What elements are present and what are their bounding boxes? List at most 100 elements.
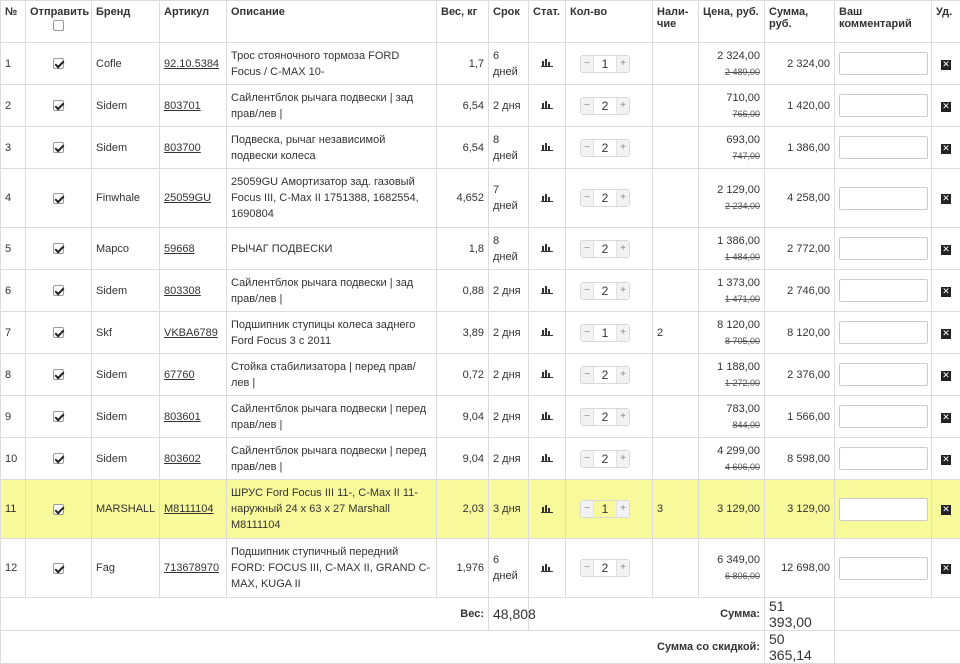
bar-chart-icon[interactable] bbox=[541, 452, 553, 465]
qty-value[interactable]: 2 bbox=[593, 140, 617, 156]
bar-chart-icon[interactable] bbox=[541, 503, 553, 516]
qty-value[interactable]: 2 bbox=[593, 451, 617, 467]
delete-icon[interactable]: ✕ bbox=[941, 102, 951, 112]
article-link[interactable]: 803700 bbox=[164, 142, 201, 154]
delete-icon[interactable]: ✕ bbox=[941, 144, 951, 154]
delete-icon[interactable]: ✕ bbox=[941, 371, 951, 381]
qty-increase-button[interactable]: + bbox=[617, 409, 629, 425]
article-link[interactable]: 803602 bbox=[164, 453, 201, 465]
send-checkbox[interactable] bbox=[53, 327, 64, 338]
comment-cell bbox=[835, 228, 932, 270]
qty-decrease-button[interactable]: − bbox=[581, 560, 593, 576]
article-link[interactable]: 25059GU bbox=[164, 192, 211, 204]
delete-icon[interactable]: ✕ bbox=[941, 455, 951, 465]
delete-icon[interactable]: ✕ bbox=[941, 245, 951, 255]
bar-chart-icon[interactable] bbox=[541, 192, 553, 205]
qty-increase-button[interactable]: + bbox=[617, 140, 629, 156]
bar-chart-icon[interactable] bbox=[541, 57, 553, 70]
article-link[interactable]: 59668 bbox=[164, 243, 195, 255]
qty-value[interactable]: 1 bbox=[593, 56, 617, 72]
send-checkbox[interactable] bbox=[53, 58, 64, 69]
send-checkbox[interactable] bbox=[53, 193, 64, 204]
comment-input[interactable] bbox=[839, 363, 928, 386]
delete-icon[interactable]: ✕ bbox=[941, 505, 951, 515]
qty-value[interactable]: 2 bbox=[593, 367, 617, 383]
delete-icon[interactable]: ✕ bbox=[941, 194, 951, 204]
bar-chart-icon[interactable] bbox=[541, 284, 553, 297]
qty-decrease-button[interactable]: − bbox=[581, 140, 593, 156]
bar-chart-icon[interactable] bbox=[541, 562, 553, 575]
send-checkbox[interactable] bbox=[53, 100, 64, 111]
bar-chart-icon[interactable] bbox=[541, 99, 553, 112]
comment-input[interactable] bbox=[839, 187, 928, 210]
qty-value[interactable]: 1 bbox=[593, 501, 617, 517]
qty-increase-button[interactable]: + bbox=[617, 283, 629, 299]
qty-decrease-button[interactable]: − bbox=[581, 190, 593, 206]
qty-increase-button[interactable]: + bbox=[617, 325, 629, 341]
bar-chart-icon[interactable] bbox=[541, 242, 553, 255]
qty-value[interactable]: 2 bbox=[593, 241, 617, 257]
comment-input[interactable] bbox=[839, 136, 928, 159]
send-checkbox[interactable] bbox=[53, 369, 64, 380]
qty-value[interactable]: 1 bbox=[593, 325, 617, 341]
qty-decrease-button[interactable]: − bbox=[581, 367, 593, 383]
bar-chart-icon[interactable] bbox=[541, 368, 553, 381]
comment-input[interactable] bbox=[839, 279, 928, 302]
brand-cell: Fag bbox=[92, 539, 160, 598]
article-link[interactable]: 713678970 bbox=[164, 562, 219, 574]
comment-input[interactable] bbox=[839, 94, 928, 117]
comment-input[interactable] bbox=[839, 52, 928, 75]
qty-decrease-button[interactable]: − bbox=[581, 501, 593, 517]
article-link[interactable]: M8111104 bbox=[164, 503, 214, 515]
qty-value[interactable]: 2 bbox=[593, 409, 617, 425]
qty-increase-button[interactable]: + bbox=[617, 241, 629, 257]
qty-decrease-button[interactable]: − bbox=[581, 56, 593, 72]
qty-value[interactable]: 2 bbox=[593, 98, 617, 114]
article-link[interactable]: 803701 bbox=[164, 100, 201, 112]
qty-increase-button[interactable]: + bbox=[617, 56, 629, 72]
qty-increase-button[interactable]: + bbox=[617, 98, 629, 114]
comment-input[interactable] bbox=[839, 498, 928, 521]
comment-input[interactable] bbox=[839, 557, 928, 580]
send-checkbox[interactable] bbox=[53, 142, 64, 153]
bar-chart-icon[interactable] bbox=[541, 410, 553, 423]
article-link[interactable]: VKBA6789 bbox=[164, 327, 218, 339]
select-all-checkbox[interactable] bbox=[53, 20, 64, 31]
qty-increase-button[interactable]: + bbox=[617, 190, 629, 206]
qty-decrease-button[interactable]: − bbox=[581, 409, 593, 425]
delete-icon[interactable]: ✕ bbox=[941, 60, 951, 70]
bar-chart-icon[interactable] bbox=[541, 141, 553, 154]
qty-decrease-button[interactable]: − bbox=[581, 283, 593, 299]
send-checkbox[interactable] bbox=[53, 285, 64, 296]
qty-value[interactable]: 2 bbox=[593, 190, 617, 206]
qty-value[interactable]: 2 bbox=[593, 283, 617, 299]
send-checkbox[interactable] bbox=[53, 453, 64, 464]
qty-increase-button[interactable]: + bbox=[617, 560, 629, 576]
qty-decrease-button[interactable]: − bbox=[581, 325, 593, 341]
qty-decrease-button[interactable]: − bbox=[581, 241, 593, 257]
qty-value[interactable]: 2 bbox=[593, 560, 617, 576]
article-link[interactable]: 803308 bbox=[164, 285, 201, 297]
bar-chart-icon[interactable] bbox=[541, 326, 553, 339]
qty-decrease-button[interactable]: − bbox=[581, 98, 593, 114]
qty-decrease-button[interactable]: − bbox=[581, 451, 593, 467]
delete-icon[interactable]: ✕ bbox=[941, 413, 951, 423]
send-checkbox[interactable] bbox=[53, 243, 64, 254]
comment-input[interactable] bbox=[839, 405, 928, 428]
article-link[interactable]: 803601 bbox=[164, 411, 201, 423]
comment-input[interactable] bbox=[839, 447, 928, 470]
delete-icon[interactable]: ✕ bbox=[941, 329, 951, 339]
send-checkbox[interactable] bbox=[53, 411, 64, 422]
qty-increase-button[interactable]: + bbox=[617, 451, 629, 467]
send-checkbox[interactable] bbox=[53, 504, 64, 515]
send-checkbox[interactable] bbox=[53, 563, 64, 574]
comment-input[interactable] bbox=[839, 237, 928, 260]
article-link[interactable]: 67760 bbox=[164, 369, 195, 381]
delete-icon[interactable]: ✕ bbox=[941, 287, 951, 297]
article-link[interactable]: 92.10.5384 bbox=[164, 58, 219, 70]
comment-input[interactable] bbox=[839, 321, 928, 344]
qty-increase-button[interactable]: + bbox=[617, 367, 629, 383]
old-price-value: 1 484,00 bbox=[703, 249, 760, 265]
delete-icon[interactable]: ✕ bbox=[941, 564, 951, 574]
qty-increase-button[interactable]: + bbox=[617, 501, 629, 517]
